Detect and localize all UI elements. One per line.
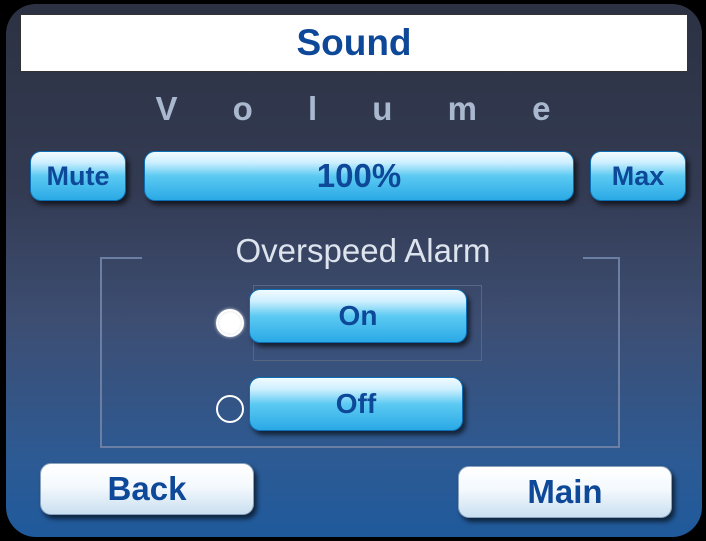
alarm-title: Overspeed Alarm <box>235 232 491 269</box>
group-border-left <box>100 257 142 259</box>
main-button[interactable]: Main <box>458 466 672 518</box>
volume-label: V o l u m e <box>155 90 574 127</box>
volume-level-button[interactable]: 100% <box>144 151 574 201</box>
mute-button[interactable]: Mute <box>30 151 126 201</box>
group-border-right <box>583 257 620 259</box>
max-button[interactable]: Max <box>590 151 686 201</box>
on-radio[interactable] <box>216 309 244 337</box>
back-button[interactable]: Back <box>40 463 254 515</box>
page-title: Sound <box>296 22 412 63</box>
off-radio[interactable] <box>216 395 244 423</box>
title-bar: Sound <box>20 14 688 72</box>
alarm-off-button[interactable]: Off <box>249 377 463 431</box>
alarm-on-button[interactable]: On <box>249 289 467 343</box>
